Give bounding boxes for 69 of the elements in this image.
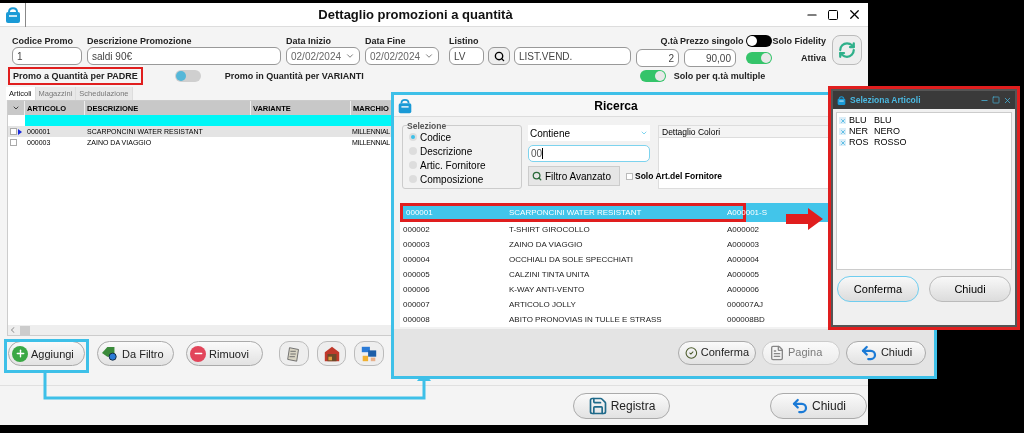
- radio-option[interactable]: Composizione: [409, 172, 515, 186]
- close-button[interactable]: Chiudi: [846, 340, 926, 365]
- toggle-label: Solo Fidelity: [772, 35, 826, 47]
- field-label: Codice Promo: [12, 35, 74, 47]
- table-cell: A000004: [727, 253, 760, 266]
- table-cell-text: OCCHIALI DA SOLE SPECCHIATI: [509, 253, 634, 266]
- description-field: LIST.VEND.: [514, 47, 631, 65]
- advanced-filter-button[interactable]: Filtro Avanzato: [528, 166, 620, 186]
- field-label: Q.tà: [659, 35, 678, 47]
- close-button[interactable]: Chiudi: [770, 392, 867, 419]
- table-cell-text: 000001: [406, 206, 434, 219]
- toggle-label: Attiva: [801, 52, 826, 64]
- table-cell: A000005: [727, 268, 760, 281]
- table-cell-text: CALZINI TINTA UNITA: [509, 268, 591, 281]
- table-cell: A000003: [727, 238, 760, 251]
- table-cell-text: K-WAY ANTI-VENTO: [509, 283, 586, 296]
- field-label: Data Inizio: [286, 35, 332, 47]
- date-field[interactable]: 02/02/2024: [286, 47, 360, 65]
- item-code: ROS: [849, 135, 870, 149]
- input-field[interactable]: saldi 90€: [87, 47, 281, 65]
- search-field[interactable]: 00: [528, 145, 650, 162]
- item-code: BLU: [849, 113, 868, 127]
- add-button[interactable]: Aggiungi: [8, 341, 86, 367]
- table-cell-text: 000006: [403, 283, 431, 296]
- table-cell-text: 000003: [403, 238, 431, 251]
- window-title: Seleziona Articoli: [850, 93, 922, 107]
- table-cell: 000007AJ: [727, 298, 764, 311]
- field-label: Listino: [449, 35, 480, 47]
- field-label: Data Fine: [365, 35, 407, 47]
- confirm-button[interactable]: Conferma: [678, 340, 756, 365]
- quantity-field[interactable]: 2: [636, 49, 679, 67]
- mode-label: Promo a Quantità per PADRE: [8, 67, 143, 85]
- input-field[interactable]: 1: [12, 47, 82, 65]
- remove-button[interactable]: Rimuovi: [186, 341, 264, 367]
- confirm-button[interactable]: Conferma: [837, 276, 919, 302]
- field-label: Prezzo singolo: [679, 35, 744, 47]
- table-cell: A000002: [727, 223, 760, 236]
- field-label: Descrizione Promozione: [87, 35, 193, 47]
- radio-option[interactable]: Descrizione: [409, 144, 515, 158]
- item-name: BLU: [874, 113, 892, 127]
- price-field[interactable]: 90,00: [684, 49, 736, 67]
- table-cell-text: 000002: [403, 223, 431, 236]
- item-name: NERO: [874, 124, 900, 138]
- item-name: ROSSO: [874, 135, 907, 149]
- table-cell-text: 000007: [403, 298, 431, 311]
- filter-button[interactable]: Da Filtro: [97, 341, 175, 367]
- date-field[interactable]: 02/02/2024: [365, 47, 439, 65]
- table-cell-text: SCARPONCINI WATER RESISTANT: [509, 206, 643, 219]
- item-code: NER: [849, 124, 869, 138]
- match-dropdown[interactable]: Contiene: [528, 125, 650, 141]
- mode-label: Promo in Quantità per VARIANTI: [224, 70, 364, 82]
- table-cell-text: T-SHIRT GIROCOLLO: [509, 223, 591, 236]
- supplier-checkbox[interactable]: Solo Art.del Fornitore: [626, 169, 723, 183]
- table-cell-text: ARTICOLO JOLLY: [509, 298, 577, 311]
- dialog-title: Ricerca: [593, 97, 639, 115]
- radio-option[interactable]: Artic. Fornitore: [409, 158, 515, 172]
- radio-option[interactable]: Codice: [409, 130, 515, 144]
- save-button[interactable]: Registra: [573, 392, 670, 419]
- toggle-label: Solo per q.tà multiple: [673, 70, 766, 82]
- table-cell-text: 000008: [403, 313, 431, 326]
- close-button[interactable]: Chiudi: [929, 276, 1011, 302]
- table-cell-text: ABITO PRONOVIAS IN TULLE E STRASS: [509, 313, 663, 326]
- table-cell-text: 000005: [403, 268, 431, 281]
- table-cell-text: 000004: [403, 253, 431, 266]
- input-field[interactable]: LV: [449, 47, 484, 65]
- window-title: Dettaglio promozioni a quantità: [317, 5, 514, 24]
- table-cell-text: ZAINO DA VIAGGIO: [509, 238, 584, 251]
- table-cell: 000008BD: [727, 313, 765, 326]
- table-cell: A000006: [727, 283, 760, 296]
